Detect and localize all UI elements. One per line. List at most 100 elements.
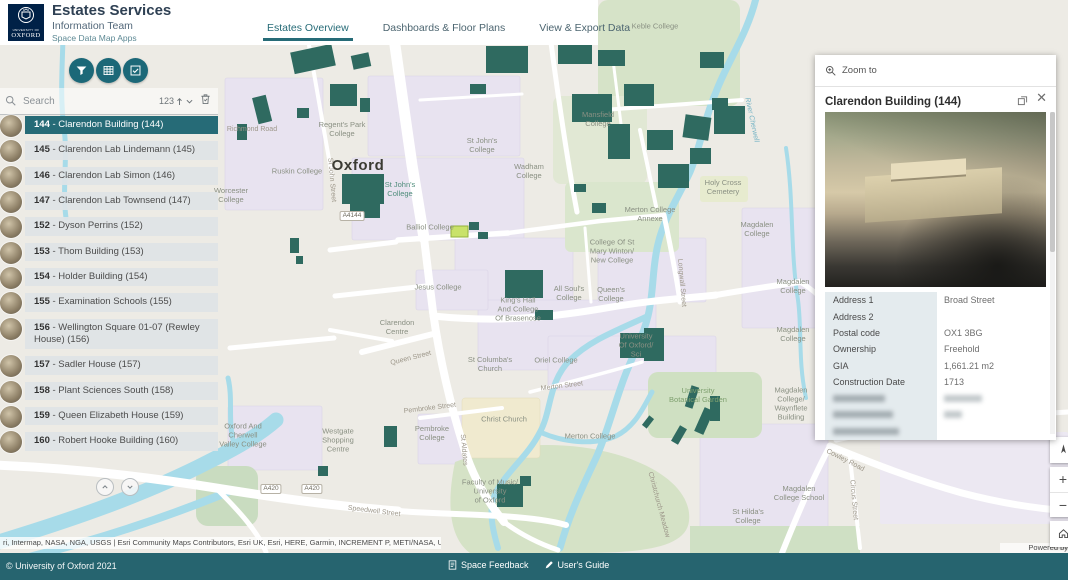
filter-icon (75, 64, 88, 77)
select-check-icon (129, 64, 142, 77)
building-list-item[interactable]: 156 - Wellington Square 01-07 (Rewley Ho… (0, 319, 218, 350)
building-thumbnail (0, 191, 22, 213)
filter-button[interactable] (69, 58, 94, 83)
building-list-item[interactable]: 159 - Queen Elizabeth House (159) (0, 407, 218, 425)
building-item-label: 144 - Clarendon Building (144) (25, 116, 218, 134)
popup-field-row: Address 1Broad Street (825, 292, 1046, 308)
zoom-to-button[interactable]: Zoom to (815, 55, 1056, 87)
map-label: Pembroke Street (403, 402, 456, 417)
sidebar-toolbar (69, 58, 148, 83)
search-icon (5, 95, 17, 107)
building-thumbnail (0, 292, 22, 314)
building-thumbnail (0, 318, 22, 340)
field-label: Address 2 (825, 308, 937, 324)
map-label: Magdalen College (741, 221, 774, 239)
map-label: Merton College (565, 433, 616, 442)
magnifier-plus-icon (825, 65, 837, 77)
map-label: St Hilda's College (732, 508, 763, 526)
field-label (825, 390, 937, 406)
map-label: Magdalen College School (774, 485, 824, 503)
popup-field-row (825, 407, 1046, 423)
tab-view-export-data[interactable]: View & Export Data (535, 20, 634, 41)
search-input[interactable] (21, 95, 159, 108)
building-thumbnail (0, 406, 22, 428)
building-list-item[interactable]: 155 - Examination Schools (155) (0, 293, 218, 311)
map-label: All Soul's College (554, 285, 585, 303)
sort-control[interactable]: 123 (159, 96, 194, 106)
plus-icon: + (1059, 471, 1067, 487)
map-label: Richmond Road (227, 126, 277, 134)
users-guide-label: User's Guide (558, 560, 610, 570)
map-label: Magdalen College (777, 326, 810, 344)
map-label: St Columba's Church (468, 356, 512, 374)
home-icon (1050, 521, 1068, 546)
building-list-item[interactable]: 157 - Sadler House (157) (0, 356, 218, 374)
field-label: GIA (825, 358, 937, 374)
feedback-doc-icon (448, 560, 457, 570)
users-guide-link[interactable]: User's Guide (544, 560, 610, 570)
field-value: Freehold (937, 344, 1046, 354)
map-label: Queen's College (597, 286, 625, 304)
map-label: Mansfield College (582, 111, 614, 129)
building-list-item[interactable]: 144 - Clarendon Building (144) (0, 116, 218, 134)
map-label: Regent's Park College (319, 121, 366, 139)
tab-dashboards-floor-plans[interactable]: Dashboards & Floor Plans (379, 20, 510, 41)
zoom-in-button[interactable]: + (1050, 467, 1068, 492)
building-list-item[interactable]: 145 - Clarendon Lab Lindemann (145) (0, 141, 218, 159)
map-label: Faculty of Music/ University of Oxford (462, 479, 518, 506)
popup-field-row (825, 390, 1046, 406)
map-label: Magdalen College (777, 278, 810, 296)
map-label: Oriel College (534, 357, 577, 366)
dock-button[interactable] (1017, 93, 1028, 111)
clear-selection-button[interactable] (200, 92, 211, 110)
home-button[interactable] (1050, 521, 1068, 547)
field-label: Postal code (825, 325, 937, 341)
building-list: 144 - Clarendon Building (144) 145 - Clar… (0, 116, 218, 451)
compass-button[interactable] (1050, 437, 1068, 463)
popup-field-row (825, 423, 1046, 439)
page-up-button[interactable] (96, 478, 114, 496)
building-thumbnail (0, 115, 22, 137)
building-list-item[interactable]: 153 - Thom Building (153) (0, 243, 218, 261)
page-down-button[interactable] (121, 478, 139, 496)
map-label: University Of Oxford/ Sci (619, 333, 654, 360)
building-item-label: 156 - Wellington Square 01-07 (Rewley Ho… (25, 319, 218, 350)
table-button[interactable] (96, 58, 121, 83)
tab-estates-overview[interactable]: Estates Overview (263, 20, 353, 41)
popup-field-row: Construction Date1713 (825, 374, 1046, 390)
field-label (825, 407, 937, 423)
field-label (825, 423, 937, 439)
select-tools-button[interactable] (123, 58, 148, 83)
field-value (937, 410, 1046, 420)
building-list-item[interactable]: 147 - Clarendon Lab Townsend (147) (0, 192, 218, 210)
popup-scrollbar-thumb[interactable] (1050, 112, 1055, 252)
map-label: College Of St Mary Winton/ New College (590, 239, 635, 266)
trash-icon (200, 93, 211, 105)
map-label: Christ Church (481, 416, 527, 425)
space-feedback-link[interactable]: Space Feedback (448, 560, 529, 570)
map-label: Balliol College (406, 224, 454, 233)
map-label: Merton College Annexe (625, 206, 676, 224)
sort-ascending-icon (176, 97, 183, 106)
building-item-label: 147 - Clarendon Lab Townsend (147) (25, 192, 218, 210)
building-list-item[interactable]: 146 - Clarendon Lab Simon (146) (0, 167, 218, 185)
map-label: Cowley Road (825, 448, 866, 474)
app-window: OxfordKeble CollegeMansfield CollegeRege… (0, 0, 1068, 580)
map-label: Westgate Shopping Centre (322, 428, 354, 455)
logo-org-line2: OXFORD (11, 32, 40, 40)
building-thumbnail (0, 216, 22, 238)
zoom-out-button[interactable]: − (1050, 493, 1068, 518)
building-item-label: 152 - Dyson Perrins (152) (25, 217, 218, 235)
building-list-item[interactable]: 154 - Holder Building (154) (0, 268, 218, 286)
building-list-item[interactable]: 158 - Plant Sciences South (158) (0, 382, 218, 400)
building-list-item[interactable]: 160 - Robert Hooke Building (160) (0, 432, 218, 450)
building-list-item[interactable]: 152 - Dyson Perrins (152) (0, 217, 218, 235)
field-label: Construction Date (825, 374, 937, 390)
field-value: OX1 3BG (937, 328, 1046, 338)
close-popup-button[interactable]: ✕ (1036, 91, 1047, 104)
building-item-label: 157 - Sadler House (157) (25, 356, 218, 374)
zoom-control: + − (1050, 467, 1068, 517)
building-item-label: 145 - Clarendon Lab Lindemann (145) (25, 141, 218, 159)
table-icon (102, 64, 115, 77)
road-shield: A420 (260, 484, 281, 494)
